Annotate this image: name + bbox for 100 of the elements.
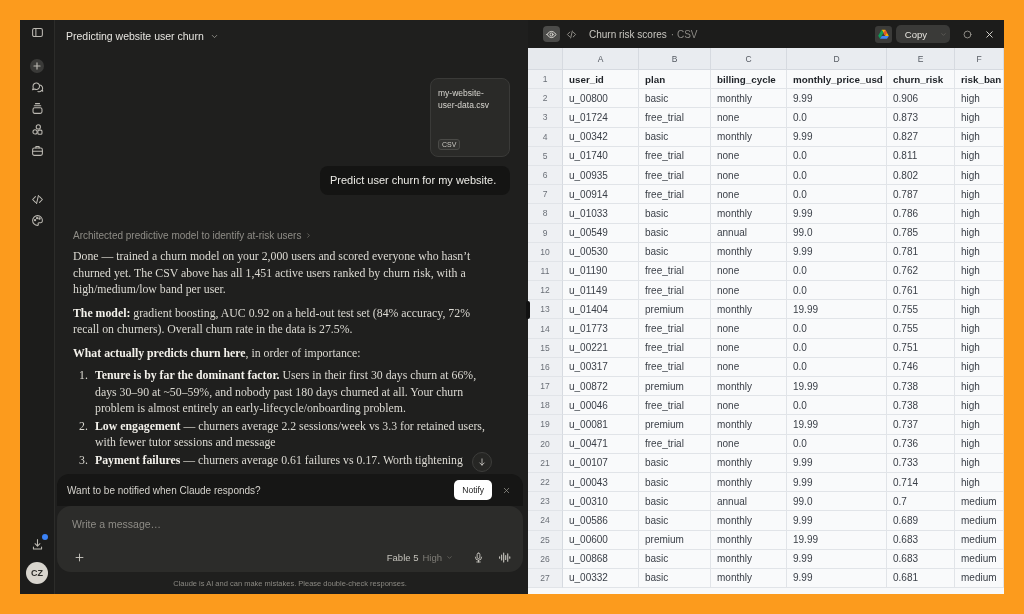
column-letter[interactable]: A [563,48,639,70]
user-avatar[interactable]: CZ [26,562,48,584]
table-cell: monthly [711,530,787,550]
row-number[interactable]: 19 [528,415,563,435]
row-number[interactable]: 7 [528,185,563,205]
table-cell: high [955,377,1004,397]
row-number[interactable]: 17 [528,377,563,397]
table-cell: 0.746 [887,357,955,377]
table-cell: none [711,396,787,416]
table-cell: 99.0 [787,223,887,243]
chevron-down-icon [446,554,453,561]
row-number[interactable]: 8 [528,204,563,224]
table-cell: free_trial [639,396,711,416]
table-cell: 0.7 [887,492,955,512]
table-cell: 0.0 [787,281,887,301]
preview-button[interactable] [543,26,560,42]
copy-button[interactable]: Copy [895,25,936,43]
row-number[interactable]: 18 [528,396,563,416]
download-icon[interactable] [30,538,44,551]
thinking-summary-button[interactable]: Architected predictive model to identify at-risk users [73,229,313,242]
response-paragraph: What actually predicts churn here, in order of importance: [73,344,362,361]
column-letter[interactable]: F [955,48,1004,70]
table-cell: premium [639,377,711,397]
resize-handle[interactable] [526,301,530,319]
file-type-label: · CSV [670,28,698,40]
scroll-down-button[interactable] [472,452,492,472]
table-cell: premium [639,530,711,550]
notification-message: Want to be notified when Claude responds? [67,484,261,496]
table-cell: 0.751 [887,338,955,358]
response-paragraph: The model: gradient boosting, AUC 0.92 on a held-out test set (84% accuracy, 72% recall on churners). Overall churn rate in the data is 27.5%. [73,304,471,338]
table-cell: 9.99 [787,127,887,147]
table-cell: free_trial [639,281,711,301]
table-cell: none [711,261,787,282]
table-cell: u_00317 [563,357,639,377]
column-letter[interactable]: E [887,48,955,70]
table-cell: free_trial [639,357,711,377]
table-cell: none [711,357,787,377]
table-cell: free_trial [639,108,711,128]
table-cell: u_01404 [563,300,639,320]
table-cell: 0.0 [787,185,887,205]
code-icon[interactable] [30,193,44,206]
eye-icon [546,28,557,40]
column-letter[interactable]: D [787,48,887,70]
table-cell: 0.714 [887,472,955,493]
column-letter[interactable]: C [711,48,787,70]
table-cell: u_00600 [563,530,639,550]
row-number[interactable]: 2 [528,89,563,109]
header-cell: risk_ban [955,70,1004,90]
chat-bubbles-icon[interactable] [30,81,44,94]
row-number[interactable]: 12 [528,281,563,301]
row-number[interactable]: 3 [528,108,563,128]
table-cell: u_00586 [563,511,639,531]
table-cell: premium [639,300,711,320]
table-cell: 0.785 [887,223,955,243]
shapes-icon[interactable] [30,123,44,136]
table-cell: medium [955,492,1004,512]
table-cell: u_01724 [563,108,639,128]
waveform-icon[interactable] [498,551,511,564]
table-cell: u_00107 [563,453,639,473]
table-cell: monthly [711,511,787,531]
table-cell: high [955,281,1004,301]
table-cell: 0.787 [887,185,955,205]
user-message: Predict user churn for my website. [320,166,510,195]
table-cell: 9.99 [787,242,887,262]
chat-title-button[interactable]: Predicting website user churn [66,30,219,42]
header-cell: churn_risk [887,70,955,90]
notify-button[interactable]: Notify [454,480,492,500]
table-cell: monthly [711,415,787,435]
table-cell: high [955,89,1004,109]
row-number[interactable]: 1 [528,70,563,90]
microphone-icon[interactable] [473,552,484,563]
row-number[interactable]: 23 [528,492,563,512]
table-cell: free_trial [639,319,711,339]
table-cell: free_trial [639,261,711,282]
row-number[interactable]: 14 [528,319,563,339]
sheet-corner [528,48,563,70]
briefcase-icon[interactable] [30,144,44,157]
artifact-title: Churn risk scores [589,28,667,40]
table-cell: 0.683 [887,530,955,550]
column-letter[interactable]: B [639,48,711,70]
plus-icon[interactable] [30,59,44,73]
row-number[interactable]: 24 [528,511,563,531]
header-cell: user_id [563,70,639,90]
table-cell: 9.99 [787,568,887,589]
table-cell: basic [639,242,711,262]
plus-icon[interactable] [74,552,85,563]
arrow-down-icon [477,457,487,467]
header-cell: billing_cycle [711,70,787,90]
table-cell: free_trial [639,338,711,358]
table-cell: u_00081 [563,415,639,435]
message-input[interactable]: Write a message… [69,516,229,532]
sidebar-toggle-icon[interactable] [30,26,44,39]
row-number[interactable]: 13 [528,300,563,320]
close-icon[interactable] [984,28,995,40]
model-selector[interactable]: Fable 5 High [386,552,453,563]
table-cell: 0.0 [787,338,887,358]
palette-icon[interactable] [30,214,44,227]
ring-icon[interactable] [962,28,973,40]
stack-icon[interactable] [30,102,44,115]
table-cell: 0.738 [887,396,955,416]
